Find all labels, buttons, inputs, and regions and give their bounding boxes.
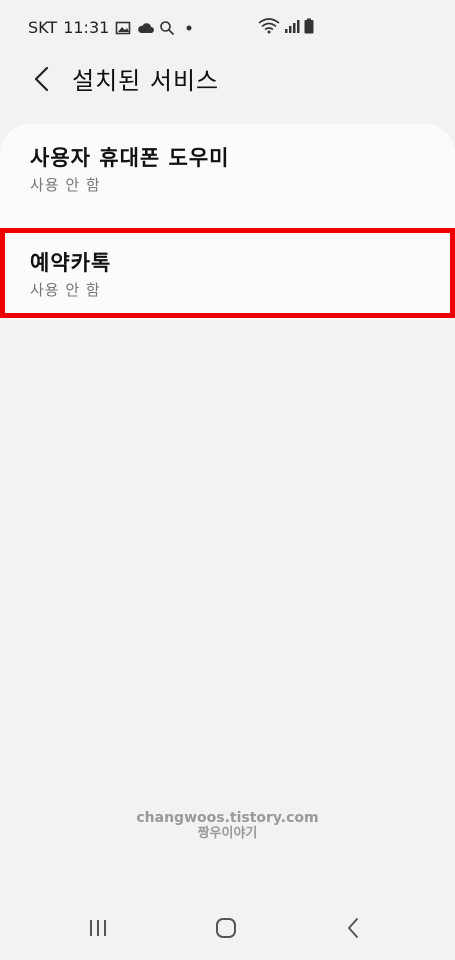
recents-icon <box>87 918 109 942</box>
watermark: changwoos.tistory.com 짱우이야기 <box>0 810 455 842</box>
service-item-phone-helper[interactable]: 사용자 휴대폰 도우미 사용 안 함 <box>0 144 455 224</box>
page-title: 설치된 서비스 <box>72 67 220 95</box>
back-button[interactable] <box>26 64 56 98</box>
status-bar: SKT 11:31 <box>0 0 455 54</box>
service-status: 사용 안 함 <box>30 281 101 299</box>
carrier-label: SKT <box>28 18 58 37</box>
navigation-bar <box>0 900 455 960</box>
battery-icon <box>304 18 314 34</box>
search-icon <box>159 20 175 36</box>
cloud-icon <box>137 20 155 36</box>
signal-icon <box>284 18 300 34</box>
back-arrow-icon <box>33 66 49 96</box>
status-bar-left: SKT 11:31 <box>28 18 197 37</box>
watermark-blog-name: 짱우이야기 <box>197 826 258 841</box>
recents-button[interactable] <box>83 916 113 944</box>
service-title: 사용자 휴대폰 도우미 <box>30 146 230 170</box>
installed-services-list: 사용자 휴대폰 도우미 사용 안 함 예약카톡 사용 안 함 <box>0 124 455 320</box>
home-icon <box>214 917 238 943</box>
dot-icon <box>181 20 197 36</box>
service-status: 사용 안 함 <box>30 176 101 194</box>
home-button[interactable] <box>211 916 241 944</box>
back-icon <box>345 917 361 943</box>
status-bar-right <box>258 18 314 34</box>
service-title: 예약카톡 <box>30 251 112 275</box>
image-icon <box>115 20 131 36</box>
wifi-icon <box>258 18 280 34</box>
app-header: 설치된 서비스 <box>0 54 455 110</box>
watermark-url: changwoos.tistory.com <box>136 810 319 826</box>
service-item-reserved-kakaotalk[interactable]: 예약카톡 사용 안 함 <box>0 228 455 318</box>
nav-back-button[interactable] <box>338 916 368 944</box>
clock: 11:31 <box>63 18 110 37</box>
